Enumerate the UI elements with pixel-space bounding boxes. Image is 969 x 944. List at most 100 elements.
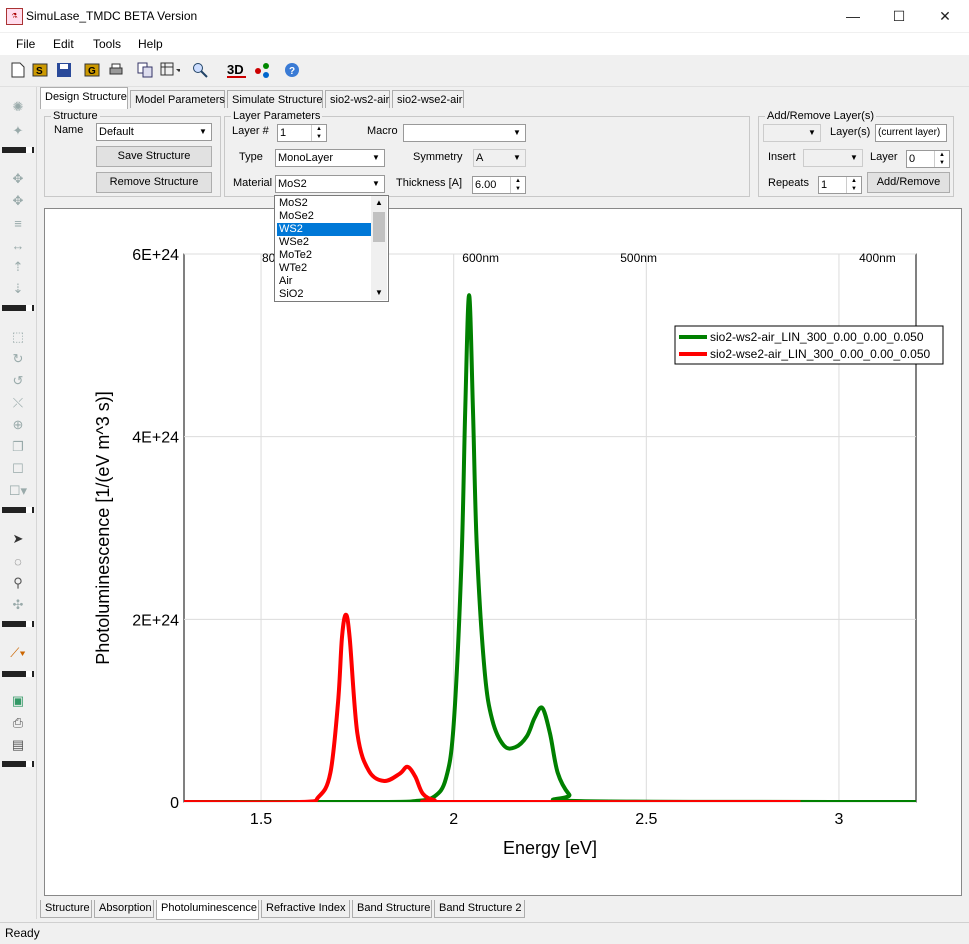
- color-dropdown-icon[interactable]: ☐▾: [4, 481, 32, 501]
- scale-up-icon[interactable]: ⇡: [8, 257, 28, 277]
- new-icon[interactable]: [8, 60, 28, 80]
- minimize-button[interactable]: —: [830, 0, 876, 32]
- save-settings-icon[interactable]: S: [30, 60, 50, 80]
- name-combo[interactable]: Default ▼: [96, 123, 212, 141]
- thickness-spinner[interactable]: 6.00 ▲ ▼: [472, 176, 526, 194]
- toolbar-grip[interactable]: [2, 305, 34, 311]
- add-remove-legend: Add/Remove Layer(s): [767, 110, 874, 122]
- molecule-icon[interactable]: [252, 60, 272, 80]
- rotate-x-icon[interactable]: ↻: [8, 349, 28, 369]
- material-option[interactable]: SiO2: [277, 288, 373, 301]
- layer-range-combo[interactable]: ▼: [763, 124, 821, 142]
- stretch-h-icon[interactable]: ↔: [8, 235, 28, 255]
- move-icon[interactable]: ✣: [8, 595, 28, 615]
- print-preview-icon[interactable]: ⎙: [8, 713, 28, 733]
- y-tick-label: 4E+24: [132, 430, 179, 447]
- save-icon[interactable]: [54, 60, 74, 80]
- pointer-icon[interactable]: ➤: [8, 529, 28, 549]
- tab-model-parameters[interactable]: Model Parameters: [130, 90, 225, 108]
- add-remove-button[interactable]: Add/Remove: [867, 172, 950, 193]
- copy-view-icon[interactable]: ❐: [8, 437, 28, 457]
- menu-file[interactable]: File: [16, 37, 35, 51]
- tab-sio2-wse2-air[interactable]: sio2-wse2-air: [392, 90, 464, 108]
- layout-icon[interactable]: [160, 60, 180, 80]
- dropdown-scrollbar[interactable]: ▲ ▼: [371, 196, 387, 300]
- x-tick-label: 1.5: [250, 811, 272, 828]
- toolbar-grip[interactable]: [2, 507, 34, 513]
- rotate-y-icon[interactable]: ↺: [8, 371, 28, 391]
- print-icon[interactable]: [106, 60, 126, 80]
- zoom-icon[interactable]: [190, 60, 210, 80]
- thickness-label: Thickness [A]: [396, 177, 463, 189]
- toolbar-grip[interactable]: [2, 671, 34, 677]
- scale-down-icon[interactable]: ⇣: [8, 279, 28, 299]
- material-option[interactable]: WSe2: [277, 236, 373, 249]
- material-dropdown-list[interactable]: MoS2 MoSe2 WS2 WSe2 MoTe2 WTe2 Air SiO2 ▲ ▼: [274, 195, 389, 302]
- light-bulb-icon[interactable]: ✺: [8, 97, 28, 117]
- lasso-icon[interactable]: ◌: [8, 551, 28, 571]
- remove-structure-button[interactable]: Remove Structure: [96, 172, 212, 193]
- compute-icon[interactable]: G: [82, 60, 102, 80]
- frame-icon[interactable]: ☐: [8, 459, 28, 479]
- view-3d-icon[interactable]: ⬚: [8, 327, 28, 347]
- toolbar-grip[interactable]: [2, 621, 34, 627]
- symmetry-combo[interactable]: A ▼: [473, 149, 526, 167]
- y-tick-label: 2E+24: [132, 612, 179, 629]
- current-layer-field[interactable]: (current layer): [875, 124, 947, 142]
- layer-number-spinner[interactable]: 1 ▲ ▼: [277, 124, 327, 142]
- tab-structure[interactable]: Structure: [40, 900, 92, 918]
- macro-combo[interactable]: ▼: [403, 124, 526, 142]
- left-toolbar: ✺ ✦ ✥ ✥ ≡ ↔ ⇡ ⇣ ⬚ ↻ ↺ ⤬ ⊕ ❐ ☐ ☐▾ ➤ ◌ ⚲ ✣…: [0, 87, 37, 919]
- insert-combo[interactable]: ▼: [803, 149, 863, 167]
- marker-icon[interactable]: ⚲: [8, 573, 28, 593]
- material-option[interactable]: WS2: [277, 223, 373, 236]
- line-style-icon[interactable]: ⟋▾: [4, 643, 32, 663]
- rotate-z-icon[interactable]: ⤬: [8, 393, 28, 413]
- tab-band-structure-2[interactable]: Band Structure 2: [434, 900, 525, 918]
- type-combo[interactable]: MonoLayer ▼: [275, 149, 385, 167]
- layers-label: Layer(s): [830, 126, 871, 138]
- close-button[interactable]: ✕: [922, 0, 968, 32]
- material-option[interactable]: MoS2: [277, 197, 373, 210]
- rotate-icon[interactable]: ✥: [8, 169, 28, 189]
- repeats-spinner[interactable]: 1 ▲ ▼: [818, 176, 862, 194]
- 3d-icon[interactable]: 3D: [226, 60, 246, 80]
- chevron-down-icon[interactable]: ▼: [371, 286, 387, 300]
- y-tick-label: 6E+24: [132, 247, 179, 264]
- material-option[interactable]: WTe2: [277, 262, 373, 275]
- repeats-label: Repeats: [768, 177, 809, 189]
- scrollbar-thumb[interactable]: [373, 212, 385, 242]
- toolbar-grip[interactable]: [2, 147, 34, 153]
- menu-edit[interactable]: Edit: [53, 37, 74, 51]
- photoluminescence-chart[interactable]: 1.522.5302E+244E+246E+24800nm600nm500nm4…: [45, 209, 961, 895]
- material-combo[interactable]: MoS2 ▼: [275, 175, 385, 193]
- tab-band-structure[interactable]: Band Structure: [352, 900, 432, 918]
- light-source-icon[interactable]: ✦: [8, 121, 28, 141]
- tab-simulate-structure[interactable]: Simulate Structure: [227, 90, 323, 108]
- tab-refractive-index[interactable]: Refractive Index: [261, 900, 350, 918]
- tab-photoluminescence[interactable]: Photoluminescence: [156, 900, 259, 920]
- copy-icon[interactable]: [135, 60, 155, 80]
- help-icon[interactable]: ?: [282, 60, 302, 80]
- document-icon[interactable]: ▤: [8, 735, 28, 755]
- tab-sio2-ws2-air[interactable]: sio2-ws2-air: [325, 90, 390, 108]
- menu-help[interactable]: Help: [138, 37, 163, 51]
- material-option[interactable]: MoSe2: [277, 210, 373, 223]
- menu-tools[interactable]: Tools: [93, 37, 121, 51]
- tab-design-structure[interactable]: Design Structure: [40, 87, 128, 109]
- x-axis-label: Energy [eV]: [503, 838, 597, 858]
- svg-text:?: ?: [289, 66, 295, 77]
- image-icon[interactable]: ▣: [8, 691, 28, 711]
- stretch-v-icon[interactable]: ≡: [8, 213, 28, 233]
- material-option[interactable]: MoTe2: [277, 249, 373, 262]
- layer-spinner[interactable]: 0 ▲ ▼: [906, 150, 950, 168]
- save-structure-button[interactable]: Save Structure: [96, 146, 212, 167]
- tab-absorption[interactable]: Absorption: [94, 900, 154, 918]
- macro-label: Macro: [367, 125, 398, 137]
- material-option[interactable]: Air: [277, 275, 373, 288]
- maximize-button[interactable]: ☐: [876, 0, 922, 32]
- pan-icon[interactable]: ✥: [8, 191, 28, 211]
- zoom-icon[interactable]: ⊕: [8, 415, 28, 435]
- toolbar-grip[interactable]: [2, 761, 34, 767]
- chevron-up-icon[interactable]: ▲: [371, 196, 387, 210]
